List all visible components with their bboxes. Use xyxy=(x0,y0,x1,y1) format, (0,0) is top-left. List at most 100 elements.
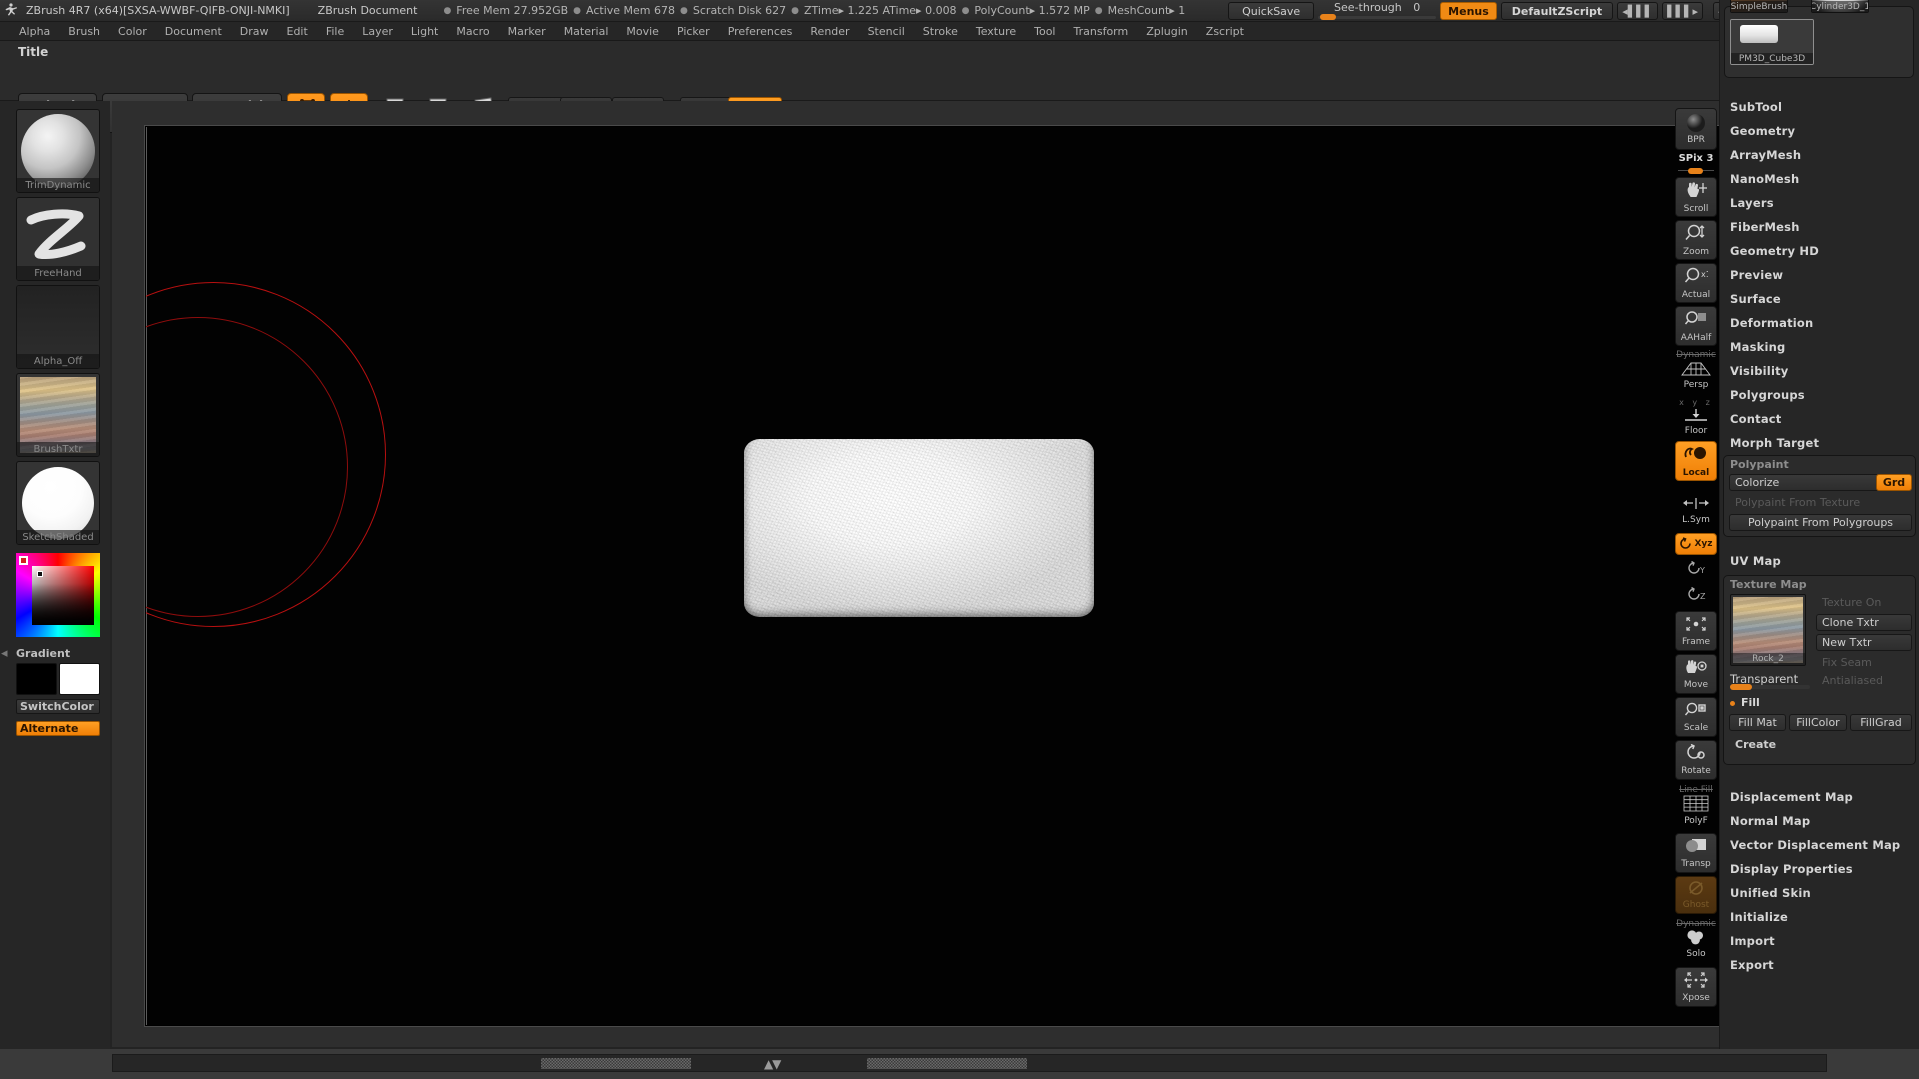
main-color-swatch[interactable] xyxy=(16,663,57,695)
menu-edit[interactable]: Edit xyxy=(278,24,317,39)
tool-section-contact[interactable]: Contact xyxy=(1720,409,1919,429)
tool-section-subtool[interactable]: SubTool xyxy=(1720,97,1919,117)
menu-macro[interactable]: Macro xyxy=(447,24,498,39)
menu-zplugin[interactable]: Zplugin xyxy=(1137,24,1197,39)
sculpted-mesh-object[interactable] xyxy=(744,439,1094,617)
tool-section-geometry-hd[interactable]: Geometry HD xyxy=(1720,241,1919,261)
menu-brush[interactable]: Brush xyxy=(59,24,109,39)
see-through-knob[interactable] xyxy=(1320,14,1337,20)
solo-button[interactable]: Dynamic Solo xyxy=(1675,917,1717,961)
alternate-button[interactable]: Alternate xyxy=(16,721,100,736)
menu-zscript[interactable]: Zscript xyxy=(1197,24,1253,39)
menu-document[interactable]: Document xyxy=(156,24,231,39)
menu-stencil[interactable]: Stencil xyxy=(859,24,914,39)
bottom-grip-right[interactable] xyxy=(866,1058,1027,1069)
tool-section-geometry[interactable]: Geometry xyxy=(1720,121,1919,141)
transparency-button[interactable]: Transp xyxy=(1675,833,1717,873)
transparent-knob[interactable] xyxy=(1730,684,1752,690)
aahalf-button[interactable]: AAHalf xyxy=(1675,306,1717,346)
bpr-render-button[interactable]: BPR xyxy=(1675,108,1717,150)
tool-section-preview[interactable]: Preview xyxy=(1720,265,1919,285)
menu-render[interactable]: Render xyxy=(801,24,858,39)
switch-color-button[interactable]: SwitchColor xyxy=(16,699,100,714)
texture-swatch-brushtxtr[interactable]: BrushTxtr xyxy=(16,373,100,457)
tool-section-layers[interactable]: Layers xyxy=(1720,193,1919,213)
tool-thumb-simplebrush[interactable]: SimpleBrush xyxy=(1730,0,1788,13)
color-marker-secondary[interactable] xyxy=(37,571,43,577)
scale-gyro-button[interactable]: Scale xyxy=(1675,697,1717,737)
grd-button[interactable]: Grd xyxy=(1876,474,1912,491)
menu-marker[interactable]: Marker xyxy=(499,24,555,39)
tool-section-import[interactable]: Import xyxy=(1720,931,1919,951)
tool-section-normal-map[interactable]: Normal Map xyxy=(1720,811,1919,831)
see-through-slider[interactable]: See-through 0 xyxy=(1318,1,1437,21)
secondary-color-swatch[interactable] xyxy=(59,663,100,695)
bottom-expand-arrows-icon[interactable]: ▲▼ xyxy=(764,1057,781,1071)
document-canvas-inner[interactable] xyxy=(146,127,1793,1025)
y-axis-button[interactable]: Y xyxy=(1675,559,1717,581)
fill-mat-button[interactable]: Fill Mat xyxy=(1729,714,1786,731)
material-swatch-sketchshaded[interactable]: SketchShaded xyxy=(16,461,100,545)
menu-alpha[interactable]: Alpha xyxy=(10,24,59,39)
alpha-swatch-off[interactable]: Alpha_Off xyxy=(16,285,100,369)
fill-color-button[interactable]: FillColor xyxy=(1789,714,1847,731)
clone-txtr-button[interactable]: Clone Txtr xyxy=(1816,614,1912,631)
zoom-button[interactable]: Zoom xyxy=(1675,220,1717,260)
menus-toggle-button[interactable]: Menus xyxy=(1440,2,1497,20)
xyz-button[interactable]: Xyz xyxy=(1675,533,1717,555)
color-marker-primary[interactable] xyxy=(19,556,28,565)
texture-on-button[interactable]: Texture On xyxy=(1816,594,1912,611)
tool-section-uv-map[interactable]: UV Map xyxy=(1720,551,1919,571)
tool-section-display-properties[interactable]: Display Properties xyxy=(1720,859,1919,879)
document-canvas[interactable] xyxy=(144,125,1795,1027)
stroke-swatch-freehand[interactable]: FreeHand xyxy=(16,197,100,281)
menu-material[interactable]: Material xyxy=(555,24,618,39)
colorize-button[interactable]: Colorize xyxy=(1729,474,1879,491)
menu-draw[interactable]: Draw xyxy=(231,24,278,39)
menu-file[interactable]: File xyxy=(317,24,353,39)
tool-section-arraymesh[interactable]: ArrayMesh xyxy=(1720,145,1919,165)
prev-palette-icon[interactable]: ◂▌▌▌ xyxy=(1617,2,1659,20)
tool-section-deformation[interactable]: Deformation xyxy=(1720,313,1919,333)
spix-slider[interactable]: SPix 3 xyxy=(1675,153,1717,174)
frame-button[interactable]: Frame xyxy=(1675,611,1717,651)
tool-section-nanomesh[interactable]: NanoMesh xyxy=(1720,169,1919,189)
fill-grad-button[interactable]: FillGrad xyxy=(1850,714,1912,731)
menu-light[interactable]: Light xyxy=(402,24,447,39)
transparent-slider[interactable]: Transparent xyxy=(1730,672,1810,690)
tool-thumb-pm3d-cube3d[interactable]: PM3D_Cube3D xyxy=(1730,19,1814,65)
local-transform-button[interactable]: Local xyxy=(1675,441,1717,481)
tool-section-surface[interactable]: Surface xyxy=(1720,289,1919,309)
fill-label[interactable]: Fill xyxy=(1736,694,1760,711)
tool-thumb-cylinder3d[interactable]: Cylinder3D_1 xyxy=(1811,0,1869,13)
tool-section-vector-displacement-map[interactable]: Vector Displacement Map xyxy=(1720,835,1919,855)
zscript-name[interactable]: DefaultZScript xyxy=(1500,2,1614,20)
bottom-scroll-strip[interactable]: ▲▼ xyxy=(112,1054,1827,1072)
tool-section-fibermesh[interactable]: FiberMesh xyxy=(1720,217,1919,237)
menu-preferences[interactable]: Preferences xyxy=(719,24,802,39)
scroll-button[interactable]: Scroll xyxy=(1675,177,1717,217)
xpose-button[interactable]: Xpose xyxy=(1675,967,1717,1007)
menu-movie[interactable]: Movie xyxy=(617,24,668,39)
left-panel-collapse-icon[interactable]: ◂ xyxy=(1,646,8,661)
tool-section-masking[interactable]: Masking xyxy=(1720,337,1919,357)
canvas-horizontal-scrollbar[interactable] xyxy=(112,113,1825,118)
bottom-grip-left[interactable] xyxy=(541,1058,692,1069)
menu-layer[interactable]: Layer xyxy=(353,24,402,39)
spix-knob[interactable] xyxy=(1688,168,1703,174)
perspective-button[interactable]: Dynamic Persp xyxy=(1675,349,1717,391)
color-picker[interactable] xyxy=(16,553,100,637)
tool-section-polygroups[interactable]: Polygroups xyxy=(1720,385,1919,405)
polyframe-button[interactable]: Line Fill PolyF xyxy=(1675,783,1717,827)
menu-texture[interactable]: Texture xyxy=(967,24,1025,39)
floor-button[interactable]: x y z Floor xyxy=(1675,397,1717,437)
tool-section-displacement-map[interactable]: Displacement Map xyxy=(1720,787,1919,807)
antialiased-button[interactable]: Antialiased xyxy=(1816,672,1912,689)
move-gyro-button[interactable]: Move xyxy=(1675,654,1717,694)
texture-map-thumbnail[interactable]: Rock_2 xyxy=(1730,594,1806,666)
tool-section-morph-target[interactable]: Morph Target xyxy=(1720,433,1919,453)
polypaint-from-polygroups-button[interactable]: Polypaint From Polygroups xyxy=(1729,514,1912,531)
gradient-label[interactable]: Gradient xyxy=(16,647,70,660)
tool-section-initialize[interactable]: Initialize xyxy=(1720,907,1919,927)
tool-section-export[interactable]: Export xyxy=(1720,955,1919,975)
